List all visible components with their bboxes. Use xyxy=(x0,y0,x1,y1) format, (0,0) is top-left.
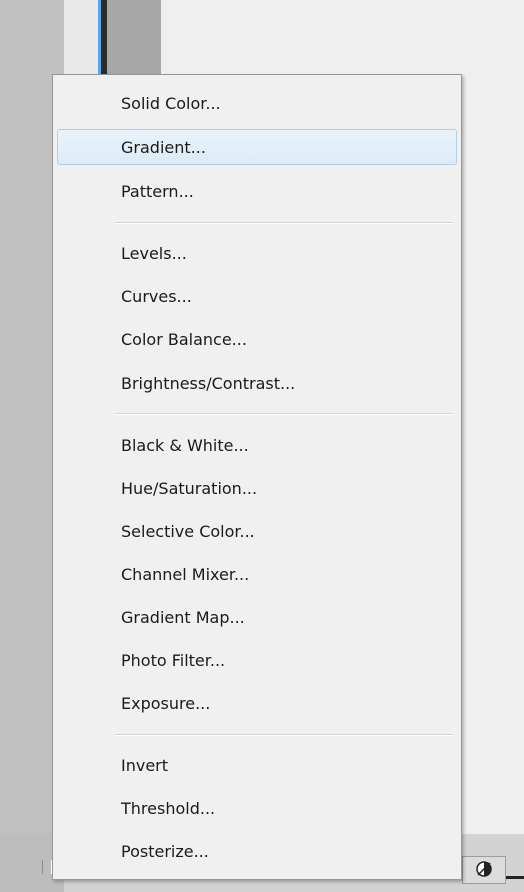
menu-item-pattern[interactable]: Pattern... xyxy=(57,173,457,209)
adjustment-layer-icon xyxy=(475,860,493,881)
menu-item-brightness-contrast[interactable]: Brightness/Contrast... xyxy=(57,365,457,401)
resize-handle[interactable] xyxy=(42,860,52,874)
menu-item-invert[interactable]: Invert xyxy=(57,747,457,783)
menu-item-gradient-map[interactable]: Gradient Map... xyxy=(57,599,457,635)
menu-item-black-white[interactable]: Black & White... xyxy=(57,427,457,463)
menu-item-curves[interactable]: Curves... xyxy=(57,278,457,314)
menu-item-levels[interactable]: Levels... xyxy=(57,235,457,271)
menu-item-gradient[interactable]: Gradient... xyxy=(57,129,457,165)
button-shadow-line xyxy=(506,876,524,879)
menu-separator xyxy=(115,222,453,224)
new-adjustment-layer-button[interactable] xyxy=(462,856,506,884)
menu-item-hue-saturation[interactable]: Hue/Saturation... xyxy=(57,470,457,506)
menu-separator xyxy=(115,413,453,415)
menu-separator xyxy=(115,734,453,736)
menu-item-threshold[interactable]: Threshold... xyxy=(57,790,457,826)
menu-item-exposure[interactable]: Exposure... xyxy=(57,685,457,721)
menu-item-channel-mixer[interactable]: Channel Mixer... xyxy=(57,556,457,592)
menu-item-posterize[interactable]: Posterize... xyxy=(57,833,457,869)
menu-item-solid-color[interactable]: Solid Color... xyxy=(57,85,457,121)
menu-item-selective-color[interactable]: Selective Color... xyxy=(57,513,457,549)
menu-item-color-balance[interactable]: Color Balance... xyxy=(57,321,457,357)
menu-item-photo-filter[interactable]: Photo Filter... xyxy=(57,642,457,678)
adjustment-layer-menu: Solid Color... Gradient... Pattern... Le… xyxy=(52,74,462,880)
